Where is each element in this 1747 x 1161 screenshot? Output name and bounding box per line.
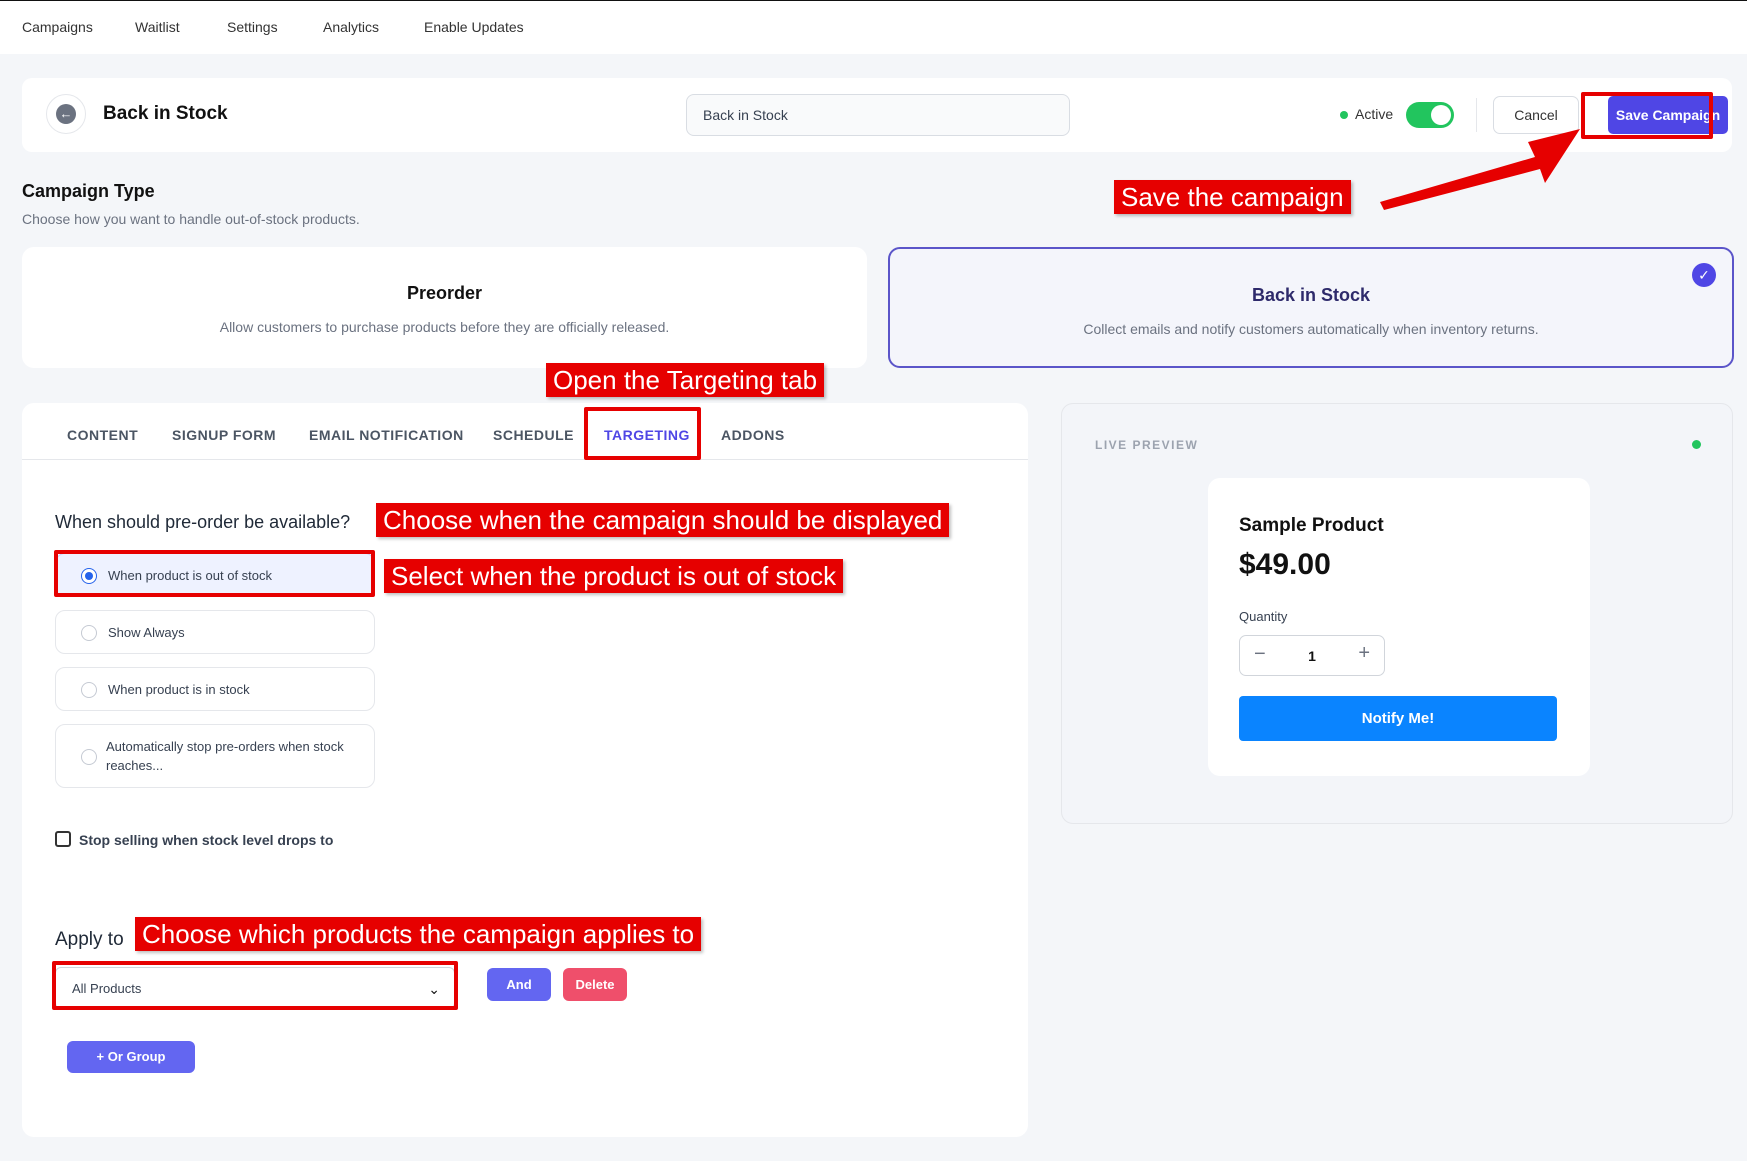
nav-waitlist[interactable]: Waitlist — [135, 19, 180, 35]
apply-to-label: Apply to — [55, 929, 124, 950]
stop-selling-label: Stop selling when stock level drops to — [79, 832, 334, 848]
tab-email-notification[interactable]: EMAIL NOTIFICATION — [309, 427, 464, 443]
tab-signup-form[interactable]: SIGNUP FORM — [172, 427, 276, 443]
tab-bar: CONTENT SIGNUP FORM EMAIL NOTIFICATION S… — [22, 403, 1028, 460]
option-show-always[interactable]: Show Always — [55, 610, 375, 654]
radio-button[interactable] — [81, 749, 97, 765]
quantity-stepper[interactable]: − 1 + — [1239, 635, 1385, 676]
option-in-stock[interactable]: When product is in stock — [55, 667, 375, 711]
type-card-desc: Allow customers to purchase products bef… — [219, 319, 670, 335]
nav-enable-updates[interactable]: Enable Updates — [424, 19, 524, 35]
option-label: Show Always — [108, 625, 185, 640]
arrow-icon — [1380, 129, 1580, 210]
product-name: Sample Product — [1239, 515, 1384, 536]
save-campaign-button[interactable]: Save Campaign — [1608, 96, 1728, 134]
active-status-dot — [1340, 111, 1348, 119]
arrow-left-icon: ← — [56, 104, 76, 124]
type-card-title: Preorder — [406, 283, 483, 303]
annotation-out-of-stock: Select when the product is out of stock — [384, 559, 844, 593]
campaign-name-input[interactable] — [686, 94, 1070, 136]
tab-addons[interactable]: ADDONS — [721, 427, 785, 443]
annotation-apply-to: Choose which products the campaign appli… — [135, 917, 702, 951]
notify-me-button[interactable]: Notify Me! — [1239, 696, 1557, 741]
type-card-title: Back in Stock — [1251, 285, 1371, 305]
nav-campaigns[interactable]: Campaigns — [22, 19, 93, 35]
tab-targeting[interactable]: TARGETING — [604, 427, 690, 443]
campaign-type-subtitle: Choose how you want to handle out-of-sto… — [22, 211, 360, 227]
option-out-of-stock[interactable]: When product is out of stock — [55, 553, 375, 597]
live-preview-label: LIVE PREVIEW — [1095, 438, 1199, 452]
product-price: $49.00 — [1239, 548, 1331, 581]
quantity-label: Quantity — [1239, 609, 1288, 624]
option-label: Automatically stop pre-orders when stock… — [106, 739, 344, 773]
campaign-type-title: Campaign Type — [22, 181, 155, 201]
type-card-desc: Collect emails and notify customers auto… — [1083, 321, 1539, 337]
live-status-dot — [1692, 440, 1701, 449]
annotation-targeting-tab: Open the Targeting tab — [546, 363, 825, 397]
and-button[interactable]: And — [487, 968, 551, 1001]
option-label: When product is out of stock — [108, 568, 273, 583]
page-title: Back in Stock — [103, 103, 228, 124]
product-card: Sample Product $49.00 Quantity − 1 + Not… — [1208, 478, 1590, 776]
tab-content[interactable]: CONTENT — [67, 427, 138, 443]
check-icon: ✓ — [1692, 263, 1716, 287]
nav-analytics[interactable]: Analytics — [323, 19, 379, 35]
option-auto-stop[interactable]: Automatically stop pre-orders when stock… — [55, 724, 375, 788]
annotation-save: Save the campaign — [1114, 180, 1351, 214]
apply-to-select[interactable]: All Products ⌄ — [55, 967, 455, 1009]
back-button[interactable]: ← — [46, 94, 86, 134]
type-card-preorder[interactable]: Preorder Allow customers to purchase pro… — [22, 247, 867, 368]
or-group-button[interactable]: + Or Group — [67, 1041, 195, 1073]
radio-button[interactable] — [81, 625, 97, 641]
stop-selling-checkbox[interactable] — [55, 831, 71, 847]
tab-schedule[interactable]: SCHEDULE — [493, 427, 574, 443]
radio-button[interactable] — [81, 682, 97, 698]
availability-question: When should pre-order be available? — [55, 512, 351, 532]
plus-icon[interactable]: + — [1358, 642, 1370, 665]
type-card-back-in-stock[interactable]: Back in Stock Collect emails and notify … — [888, 247, 1734, 368]
live-preview-panel: LIVE PREVIEW Sample Product $49.00 Quant… — [1061, 403, 1733, 824]
top-nav: Campaigns Waitlist Settings Analytics En… — [0, 0, 1747, 54]
apply-to-value: All Products — [72, 981, 142, 996]
chevron-down-icon: ⌄ — [428, 981, 440, 997]
radio-button[interactable] — [81, 568, 97, 584]
delete-button[interactable]: Delete — [563, 968, 627, 1001]
option-label: When product is in stock — [108, 682, 250, 697]
annotation-when-display: Choose when the campaign should be displ… — [376, 503, 950, 537]
nav-settings[interactable]: Settings — [227, 19, 278, 35]
